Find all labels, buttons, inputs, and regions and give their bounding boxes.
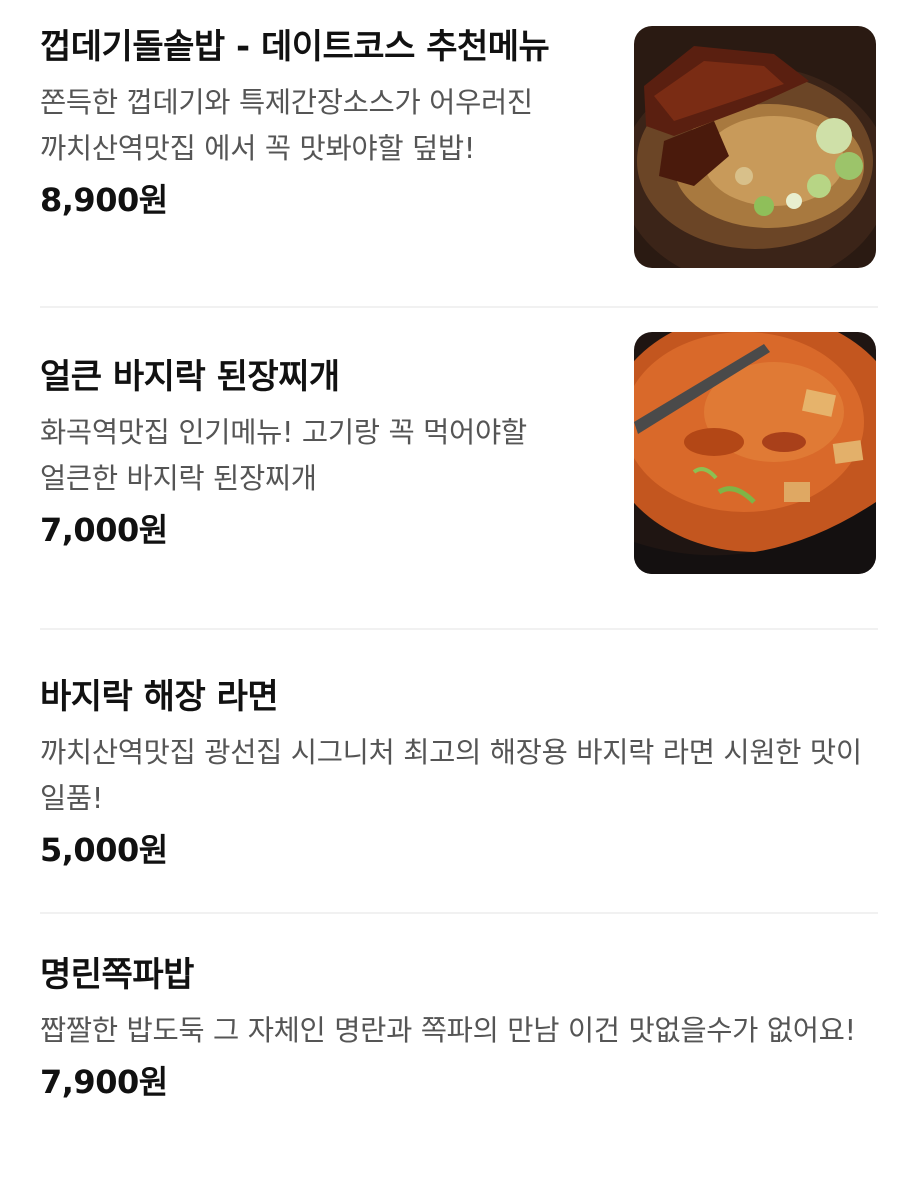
menu-item-text: 얼큰 바지락 된장찌개 화곡역맛집 인기메뉴! 고기랑 꼭 먹어야할 얼큰한 바…	[40, 354, 600, 552]
menu-item-description: 까치산역맛집 광선집 시그니처 최고의 해장용 바지락 라면 시원한 맛이 일품…	[40, 736, 862, 815]
menu-item-name: 껍데기돌솥밥 - 데이트코스 추천메뉴	[40, 27, 550, 67]
menu-item-price: 5,000원	[40, 831, 168, 869]
menu-item-name: 명린쪽파밥	[40, 955, 194, 995]
menu-item-text: 바지락 해장 라면 까치산역맛집 광선집 시그니처 최고의 해장용 바지락 라면…	[40, 674, 878, 872]
menu-item-price: 7,900원	[40, 1063, 168, 1101]
food-photo-icon[interactable]	[634, 332, 876, 574]
menu-item-description: 화곡역맛집 인기메뉴! 고기랑 꼭 먹어야할 얼큰한 바지락 된장찌개	[40, 416, 527, 495]
menu-item[interactable]: 명린쪽파밥 짭짤한 밥도둑 그 자체인 명란과 쪽파의 만남 이건 맛없을수가 …	[40, 914, 878, 1195]
menu-item[interactable]: 얼큰 바지락 된장찌개 화곡역맛집 인기메뉴! 고기랑 꼭 먹어야할 얼큰한 바…	[40, 308, 878, 630]
menu-item-name: 얼큰 바지락 된장찌개	[40, 357, 340, 397]
menu-item[interactable]: 바지락 해장 라면 까치산역맛집 광선집 시그니처 최고의 해장용 바지락 라면…	[40, 630, 878, 914]
menu-item-text: 명린쪽파밥 짭짤한 밥도둑 그 자체인 명란과 쪽파의 만남 이건 맛없을수가 …	[40, 952, 878, 1104]
food-photo-icon[interactable]	[634, 26, 876, 268]
menu-item-name: 바지락 해장 라면	[40, 677, 279, 717]
menu-list: 껍데기돌솥밥 - 데이트코스 추천메뉴 쫀득한 껍데기와 특제간장소스가 어우러…	[40, 0, 878, 1195]
menu-item[interactable]: 껍데기돌솥밥 - 데이트코스 추천메뉴 쫀득한 껍데기와 특제간장소스가 어우러…	[40, 0, 878, 308]
menu-item-description: 쫀득한 껍데기와 특제간장소스가 어우러진 까치산역맛집 에서 꼭 맛봐야할 덮…	[40, 86, 533, 165]
menu-item-description: 짭짤한 밥도둑 그 자체인 명란과 쪽파의 만남 이건 맛없을수가 없어요!	[40, 1014, 856, 1047]
menu-item-text: 껍데기돌솥밥 - 데이트코스 추천메뉴 쫀득한 껍데기와 특제간장소스가 어우러…	[40, 24, 600, 222]
menu-item-price: 8,900원	[40, 181, 168, 219]
menu-item-price: 7,000원	[40, 511, 168, 549]
